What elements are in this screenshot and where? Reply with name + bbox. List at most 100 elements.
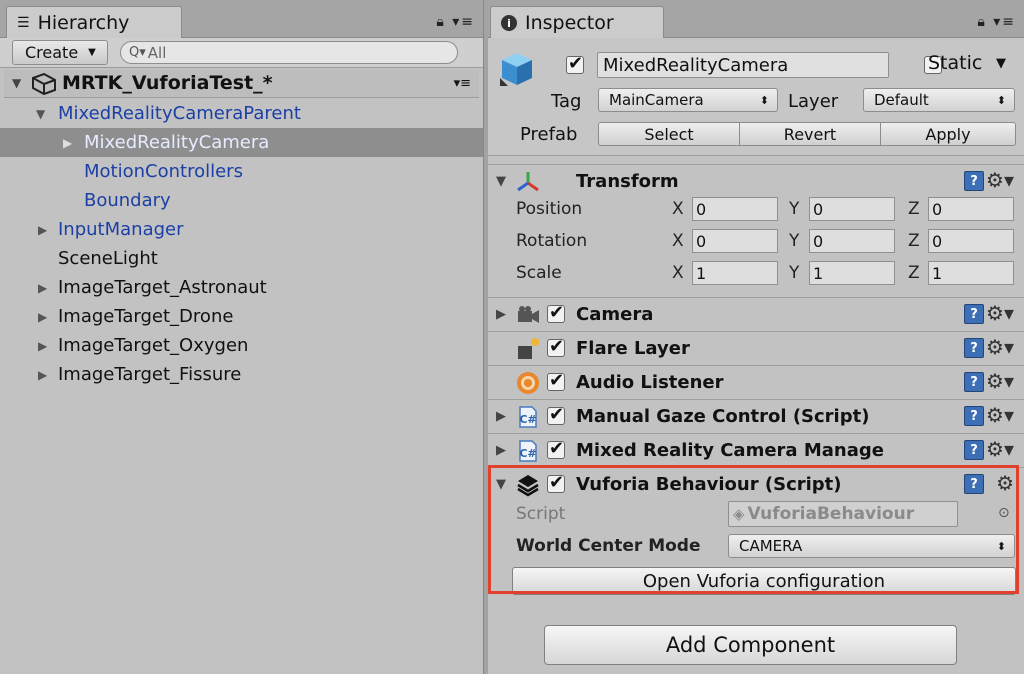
scene-menu-icon[interactable]: ▾≡ xyxy=(454,76,471,91)
gameobject-cube-icon xyxy=(500,53,532,86)
chevron-down-icon: ▼ xyxy=(88,47,96,58)
collapse-arrow-icon[interactable]: ▶ xyxy=(38,310,47,324)
add-component-button[interactable]: Add Component xyxy=(544,625,957,665)
list-item-selected[interactable]: ▶ MixedRealityCamera xyxy=(0,128,483,157)
object-name-field[interactable]: MixedRealityCamera xyxy=(597,52,889,78)
updown-arrows-icon: ⬍ xyxy=(996,93,1006,107)
collapse-arrow-icon[interactable]: ▶ xyxy=(496,443,506,458)
collapse-arrow-icon[interactable]: ▶ xyxy=(63,136,72,150)
list-item[interactable]: MotionControllers xyxy=(0,157,483,186)
collapse-arrow-icon[interactable]: ▶ xyxy=(38,223,47,237)
static-label: Static xyxy=(928,52,983,74)
mixed-reality-camera-manager-header[interactable]: ▶ C# Mixed Reality Camera Manage ? ⚙▾ xyxy=(488,434,1024,467)
search-input[interactable]: Q▾ All xyxy=(120,41,458,64)
layer-dropdown[interactable]: Default ⬍ xyxy=(863,88,1015,112)
prefab-revert-button[interactable]: Revert xyxy=(739,122,881,146)
scene-row[interactable]: ▼ MRTK_VuforiaTest_* ▾≡ xyxy=(4,70,479,98)
gear-icon[interactable]: ⚙▾ xyxy=(986,369,1014,393)
help-icon[interactable]: ? xyxy=(964,372,984,392)
audio-listener-enabled-checkbox[interactable] xyxy=(547,370,565,391)
scale-z-field[interactable]: 1 xyxy=(928,261,1014,285)
collapse-arrow-icon[interactable]: ▶ xyxy=(38,281,47,295)
list-item[interactable]: ▶ ImageTarget_Drone xyxy=(0,302,483,331)
list-item-label: SceneLight xyxy=(58,248,158,269)
position-z-field[interactable]: 0 xyxy=(928,197,1014,221)
active-checkbox[interactable] xyxy=(566,53,584,74)
list-item[interactable]: ▶ ImageTarget_Astronaut xyxy=(0,273,483,302)
prefab-select-button[interactable]: Select xyxy=(598,122,740,146)
scale-label: Scale xyxy=(516,263,562,283)
axis-z-label: Z xyxy=(908,199,920,219)
flare-layer-icon xyxy=(518,337,539,359)
transform-header[interactable]: ▼ Transform ? ⚙▾ xyxy=(488,165,1024,198)
camera-enabled-checkbox[interactable] xyxy=(547,302,565,323)
inspector-tabbar: i Inspector 🔒︎ ▾≡ xyxy=(488,0,1024,39)
add-component-label: Add Component xyxy=(665,633,836,657)
tab-inspector[interactable]: i Inspector xyxy=(490,6,664,39)
mixed-reality-camera-manager-enabled-checkbox[interactable] xyxy=(547,438,565,459)
hierarchy-toolbar: Create ▼ Q▾ All xyxy=(0,38,483,68)
manual-gaze-enabled-checkbox[interactable] xyxy=(547,404,565,425)
position-x-field[interactable]: 0 xyxy=(692,197,778,221)
flare-layer-header[interactable]: Flare Layer ? ⚙▾ xyxy=(488,332,1024,365)
tag-dropdown[interactable]: MainCamera ⬍ xyxy=(598,88,778,112)
audio-listener-icon xyxy=(517,371,539,394)
help-icon[interactable]: ? xyxy=(964,338,984,358)
svg-text:C#: C# xyxy=(519,413,536,426)
expand-arrow-icon[interactable]: ▼ xyxy=(12,76,21,90)
list-item-label: ImageTarget_Drone xyxy=(58,306,234,327)
list-item[interactable]: ▶ ImageTarget_Fissure xyxy=(0,360,483,389)
flare-layer-title: Flare Layer xyxy=(576,338,690,359)
panel-lock-icon[interactable]: 🔒︎ ▾≡ xyxy=(977,14,1016,30)
rotation-x-field[interactable]: 0 xyxy=(692,229,778,253)
list-item[interactable]: SceneLight xyxy=(0,244,483,273)
gear-icon[interactable]: ⚙▾ xyxy=(986,437,1014,461)
help-icon[interactable]: ? xyxy=(964,440,984,460)
list-item-label: Boundary xyxy=(84,190,171,211)
list-item-label: MixedRealityCamera xyxy=(84,132,270,153)
tab-hierarchy[interactable]: ☰ Hierarchy xyxy=(6,6,182,39)
list-item[interactable]: ▶ InputManager xyxy=(0,215,483,244)
list-item[interactable]: ▼ MixedRealityCameraParent xyxy=(0,99,483,128)
collapse-arrow-icon[interactable]: ▶ xyxy=(496,307,506,322)
rotation-z-field[interactable]: 0 xyxy=(928,229,1014,253)
flare-layer-enabled-checkbox[interactable] xyxy=(547,336,565,357)
manual-gaze-header[interactable]: ▶ C# Manual Gaze Control (Script) ? ⚙▾ xyxy=(488,400,1024,433)
list-item-label: ImageTarget_Astronaut xyxy=(58,277,267,298)
gear-icon[interactable]: ⚙▾ xyxy=(986,301,1014,325)
collapse-arrow-icon[interactable]: ▶ xyxy=(38,368,47,382)
list-item[interactable]: Boundary xyxy=(0,186,483,215)
audio-listener-header[interactable]: Audio Listener ? ⚙▾ xyxy=(488,366,1024,399)
help-icon[interactable]: ? xyxy=(964,304,984,324)
position-z-value: 0 xyxy=(932,199,943,219)
list-item[interactable]: ▶ ImageTarget_Oxygen xyxy=(0,331,483,360)
list-item-label: MixedRealityCameraParent xyxy=(58,103,301,124)
create-button[interactable]: Create ▼ xyxy=(12,40,108,65)
info-icon: i xyxy=(501,15,517,31)
scale-x-field[interactable]: 1 xyxy=(692,261,778,285)
panel-lock-icon[interactable]: 🔒︎ ▾≡ xyxy=(436,14,475,30)
prefab-apply-button[interactable]: Apply xyxy=(880,122,1016,146)
collapse-arrow-icon[interactable]: ▶ xyxy=(38,339,47,353)
updown-arrows-icon: ⬍ xyxy=(759,93,769,107)
static-dropdown-icon[interactable]: ▼ xyxy=(996,56,1006,71)
gear-icon[interactable]: ⚙▾ xyxy=(986,335,1014,359)
transform-axes-icon xyxy=(517,171,539,191)
axis-z-label: Z xyxy=(908,231,920,251)
position-y-field[interactable]: 0 xyxy=(809,197,895,221)
collapse-arrow-icon[interactable]: ▶ xyxy=(496,409,506,424)
highlight-box xyxy=(488,465,1019,594)
expand-arrow-icon[interactable]: ▼ xyxy=(496,174,506,189)
gear-icon[interactable]: ⚙▾ xyxy=(986,168,1014,192)
scale-y-field[interactable]: 1 xyxy=(809,261,895,285)
help-icon[interactable]: ? xyxy=(964,171,984,191)
camera-header[interactable]: ▶ Camera ? ⚙▾ xyxy=(488,298,1024,331)
axis-z-label: Z xyxy=(908,263,920,283)
gear-icon[interactable]: ⚙▾ xyxy=(986,403,1014,427)
rotation-y-field[interactable]: 0 xyxy=(809,229,895,253)
layer-label: Layer xyxy=(788,91,839,112)
prefab-select-label: Select xyxy=(644,124,694,144)
expand-arrow-icon[interactable]: ▼ xyxy=(36,107,45,121)
help-icon[interactable]: ? xyxy=(964,406,984,426)
axis-x-label: X xyxy=(672,199,684,219)
